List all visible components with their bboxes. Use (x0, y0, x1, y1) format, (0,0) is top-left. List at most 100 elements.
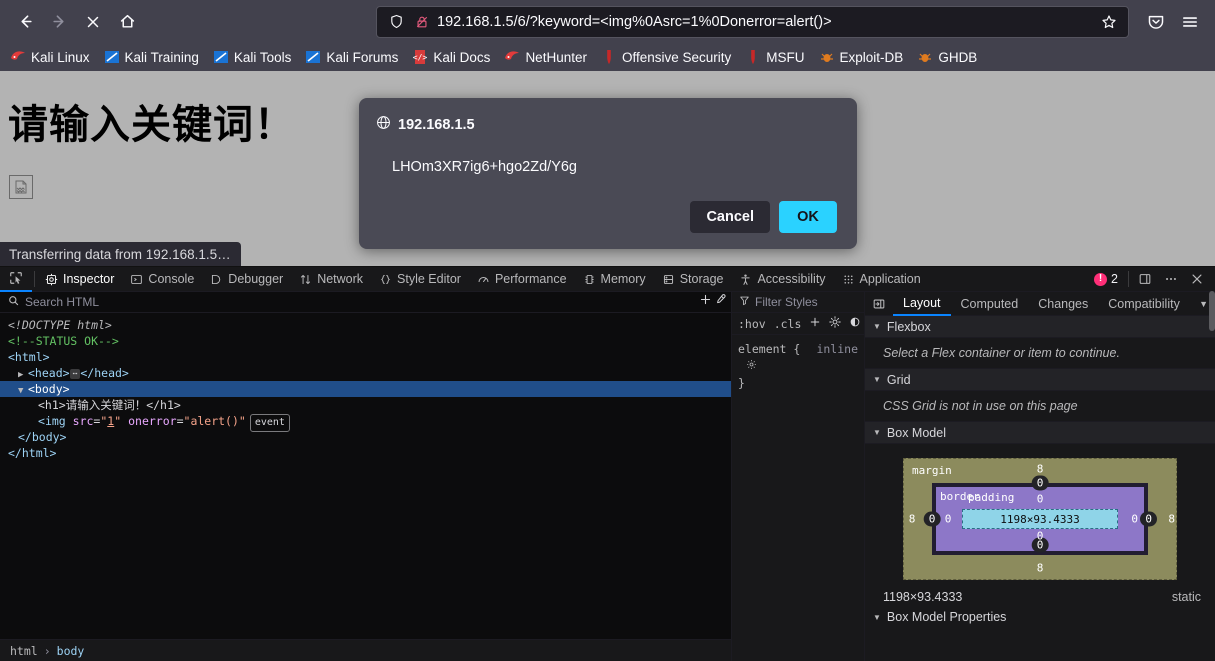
tree-node-comment[interactable]: <!--STATUS OK--> (0, 333, 731, 349)
bookmark-msfu[interactable]: MSFU (739, 46, 810, 68)
margin-left-value[interactable]: 8 (909, 513, 916, 526)
tab-accessibility[interactable]: Accessibility (731, 267, 833, 292)
app-menu-icon[interactable] (1173, 5, 1207, 39)
margin-bottom-value[interactable]: 8 (1037, 562, 1044, 575)
tree-node-h1[interactable]: <h1>请输入关键词！</h1> (0, 397, 731, 413)
breadcrumb-item-body[interactable]: body (57, 644, 85, 658)
tab-network[interactable]: Network (291, 267, 371, 292)
tab-inspector[interactable]: Inspector (37, 267, 122, 292)
padding-left-value[interactable]: 0 (945, 513, 952, 526)
bookmark-kali-training[interactable]: Kali Training (98, 46, 205, 68)
boxmodel-properties-header[interactable]: ▼ Box Model Properties (865, 608, 1215, 626)
margin-top-value[interactable]: 8 (1037, 463, 1044, 476)
tree-node-body[interactable]: ▼ <body> (0, 381, 731, 397)
tab-performance[interactable]: Performance (469, 267, 575, 292)
add-node-icon[interactable] (699, 293, 712, 311)
bookmark-kali-docs[interactable]: </> Kali Docs (406, 46, 496, 68)
url-text[interactable]: 192.168.1.5/6/?keyword=<img%0Asrc=1%0Don… (435, 14, 1096, 30)
tree-node-head[interactable]: ▶ <head> ⋯ </head> (0, 365, 731, 381)
dark-color-scheme-icon[interactable] (849, 316, 861, 331)
margin-right-value[interactable]: 8 (1168, 513, 1175, 526)
url-bar[interactable]: 192.168.1.5/6/?keyword=<img%0Asrc=1%0Don… (376, 5, 1129, 38)
dialog-buttons: Cancel OK (376, 201, 837, 233)
padding-bottom-value[interactable]: 0 (1037, 530, 1044, 543)
box-model-border-region[interactable]: border 0 0 0 0 padding 0 0 0 0 1198×93.4… (923, 475, 1157, 555)
filter-styles-input[interactable]: Filter Styles (755, 295, 818, 309)
img-attr-onerror-value[interactable]: "alert()" (184, 414, 246, 428)
exploit-db-orange-icon (917, 49, 933, 65)
img-attr-src-value[interactable]: "1" (100, 414, 121, 428)
bookmark-kali-linux[interactable]: Kali Linux (4, 46, 96, 68)
filter-styles-row[interactable]: Filter Styles (732, 292, 864, 313)
grid-note: CSS Grid is not in use on this page (865, 391, 1215, 422)
padding-top-value[interactable]: 0 (1037, 493, 1044, 506)
eyedropper-icon[interactable] (714, 293, 727, 311)
hov-button[interactable]: :hov (738, 317, 766, 331)
tree-node-img[interactable]: <img src="1" onerror="alert()" event (0, 413, 731, 432)
tab-layout[interactable]: Layout (893, 292, 951, 316)
pocket-icon[interactable] (1139, 5, 1173, 39)
forward-button[interactable] (42, 5, 76, 39)
dialog-message: LHOm3XR7ig6+hgo2Zd/Y6g (392, 159, 577, 175)
tab-memory[interactable]: Memory (575, 267, 654, 292)
stop-loading-button[interactable] (76, 5, 110, 39)
tab-application[interactable]: Application (834, 267, 929, 292)
search-input[interactable]: Search HTML (25, 295, 99, 309)
padding-right-value[interactable]: 0 (1131, 513, 1138, 526)
tab-console[interactable]: Console (122, 267, 202, 292)
bookmark-kali-forums[interactable]: Kali Forums (299, 46, 404, 68)
dock-split-icon[interactable] (1133, 267, 1157, 291)
insecure-connection-lock-icon[interactable] (409, 15, 435, 29)
cls-button[interactable]: .cls (774, 317, 802, 331)
tab-debugger[interactable]: Debugger (202, 267, 291, 292)
cancel-button[interactable]: Cancel (690, 201, 770, 233)
back-button[interactable] (8, 5, 42, 39)
tree-node-html[interactable]: <html> (0, 349, 731, 365)
bookmark-ghdb[interactable]: GHDB (911, 46, 983, 68)
close-icon[interactable] (1185, 267, 1209, 291)
page-status-text: Transferring data from 192.168.1.5… (0, 242, 241, 266)
tab-computed[interactable]: Computed (951, 292, 1029, 316)
box-model-padding-region[interactable]: padding 0 0 0 0 1198×93.4333 (945, 491, 1138, 543)
add-rule-icon[interactable] (809, 316, 821, 331)
head-close-tag: </head> (80, 366, 129, 380)
tab-storage[interactable]: Storage (654, 267, 732, 292)
flexbox-section-header[interactable]: ▼ Flexbox (865, 316, 1215, 338)
bookmark-offensive-security[interactable]: Offensive Security (595, 46, 737, 68)
collapsed-children-icon[interactable]: ⋯ (69, 368, 81, 379)
tab-compatibility[interactable]: Compatibility (1098, 292, 1190, 316)
tab-label: Debugger (228, 272, 284, 286)
bookmark-label: Kali Linux (31, 49, 90, 65)
bookmark-kali-tools[interactable]: Kali Tools (207, 46, 298, 68)
kali-dragon-icon (504, 49, 520, 65)
pane-toggle-icon[interactable] (865, 297, 893, 311)
home-button[interactable] (110, 5, 144, 39)
more-options-icon[interactable] (1159, 267, 1183, 291)
tab-changes[interactable]: Changes (1028, 292, 1098, 316)
tab-style-editor[interactable]: Style Editor (371, 267, 469, 292)
grid-section-header[interactable]: ▼ Grid (865, 369, 1215, 391)
border-left-value[interactable]: 0 (923, 511, 941, 527)
box-model-content-size[interactable]: 1198×93.4333 (962, 509, 1118, 529)
caret-icon: ▼ (873, 428, 881, 437)
light-color-scheme-icon[interactable] (829, 316, 842, 331)
box-model-footer: 1198×93.4333 static (865, 584, 1215, 608)
tree-node-doctype[interactable]: <!DOCTYPE html> (0, 317, 731, 333)
bookmark-star-icon[interactable] (1096, 14, 1122, 30)
bookmark-exploit-db[interactable]: Exploit-DB (813, 46, 910, 68)
error-count-badge[interactable]: ! 2 (1088, 272, 1124, 286)
boxmodel-section-header[interactable]: ▼ Box Model (865, 422, 1215, 444)
layout-scrollbar[interactable] (1209, 291, 1215, 331)
breadcrumb-item-html[interactable]: html (10, 644, 38, 658)
element-picker-icon[interactable] (0, 267, 32, 292)
border-top-value[interactable]: 0 (1031, 475, 1049, 491)
tab-label: Network (317, 272, 364, 286)
gear-icon[interactable] (738, 358, 864, 375)
rule-source[interactable]: inline (816, 341, 858, 358)
border-right-value[interactable]: 0 (1140, 511, 1157, 527)
tracking-protection-shield-icon[interactable] (383, 14, 409, 29)
bookmark-nethunter[interactable]: NetHunter (498, 46, 593, 68)
tree-node-body-close: </body> (0, 429, 731, 445)
ok-button[interactable]: OK (779, 201, 837, 233)
box-model-margin-region[interactable]: margin 8 8 8 8 border 0 0 0 0 padding 0 … (903, 458, 1177, 580)
